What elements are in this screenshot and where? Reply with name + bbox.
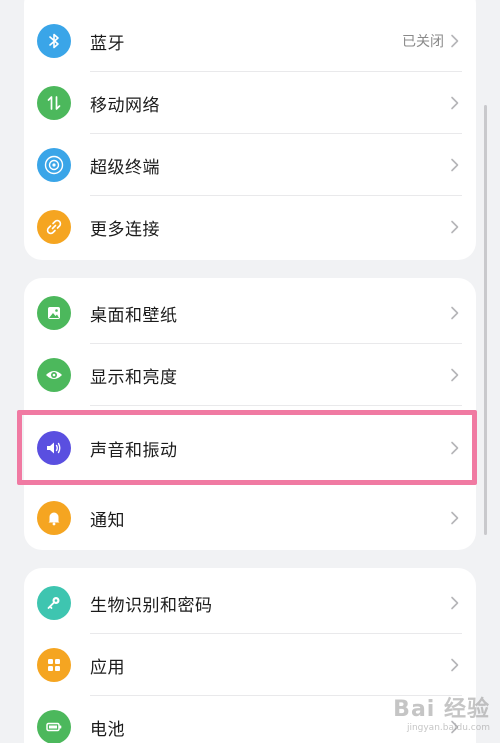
watermark-url: jingyan.baidu.com xyxy=(406,723,490,733)
settings-item-more-connections[interactable]: 更多连接 xyxy=(24,196,476,258)
connectivity-card: 蓝牙 已关闭 移动网络 超级终端 更多连接 xyxy=(24,0,476,260)
chevron-right-icon xyxy=(451,34,459,48)
settings-item-display[interactable]: 显示和亮度 xyxy=(24,344,476,406)
settings-item-label: 声音和振动 xyxy=(90,440,178,461)
speaker-icon xyxy=(37,431,71,465)
settings-item-label: 移动网络 xyxy=(90,95,160,116)
apps-icon xyxy=(37,648,71,682)
settings-item-label: 桌面和壁纸 xyxy=(90,305,178,326)
display-card: 桌面和壁纸 显示和亮度 声音和振动 通知 xyxy=(24,278,476,550)
mobile-data-icon xyxy=(37,86,71,120)
settings-item-mobile-network[interactable]: 移动网络 xyxy=(24,72,476,134)
chevron-right-icon xyxy=(451,96,459,110)
watermark: Bai 经验 jingyan.baidu.com xyxy=(393,691,490,733)
settings-item-apps[interactable]: 应用 xyxy=(24,634,476,696)
settings-item-label: 通知 xyxy=(90,510,125,531)
chevron-right-icon xyxy=(451,441,459,455)
settings-item-label: 应用 xyxy=(90,657,125,678)
settings-item-bluetooth[interactable]: 蓝牙 已关闭 xyxy=(24,10,476,72)
wallpaper-icon xyxy=(37,296,71,330)
settings-item-label: 更多连接 xyxy=(90,219,160,240)
chevron-right-icon xyxy=(451,158,459,172)
settings-item-wallpaper[interactable]: 桌面和壁纸 xyxy=(24,282,476,344)
link-icon xyxy=(37,210,71,244)
chevron-right-icon xyxy=(451,658,459,672)
scrollbar[interactable] xyxy=(484,105,487,535)
bell-icon xyxy=(37,501,71,535)
settings-item-label: 超级终端 xyxy=(90,157,160,178)
chevron-right-icon xyxy=(451,596,459,610)
settings-item-label: 显示和亮度 xyxy=(90,367,178,388)
bluetooth-icon xyxy=(37,24,71,58)
settings-item-label: 电池 xyxy=(90,719,125,740)
settings-screen: 蓝牙 已关闭 移动网络 超级终端 更多连接 桌面和壁纸 显示和亮度 声音和振动 … xyxy=(0,0,500,743)
bluetooth-status: 已关闭 xyxy=(402,34,444,50)
key-icon xyxy=(37,586,71,620)
chevron-right-icon xyxy=(451,368,459,382)
settings-item-sound[interactable]: 声音和振动 xyxy=(24,406,476,490)
settings-item-label: 蓝牙 xyxy=(90,33,125,54)
settings-item-notifications[interactable]: 通知 xyxy=(24,490,476,546)
chevron-right-icon xyxy=(451,220,459,234)
super-device-icon xyxy=(37,148,71,182)
watermark-logo: Bai 经验 xyxy=(393,697,490,722)
settings-item-biometrics[interactable]: 生物识别和密码 xyxy=(24,572,476,634)
settings-item-super-device[interactable]: 超级终端 xyxy=(24,134,476,196)
eye-icon xyxy=(37,358,71,392)
settings-item-label: 生物识别和密码 xyxy=(90,595,213,616)
chevron-right-icon xyxy=(451,306,459,320)
chevron-right-icon xyxy=(451,511,459,525)
battery-icon xyxy=(37,710,71,743)
